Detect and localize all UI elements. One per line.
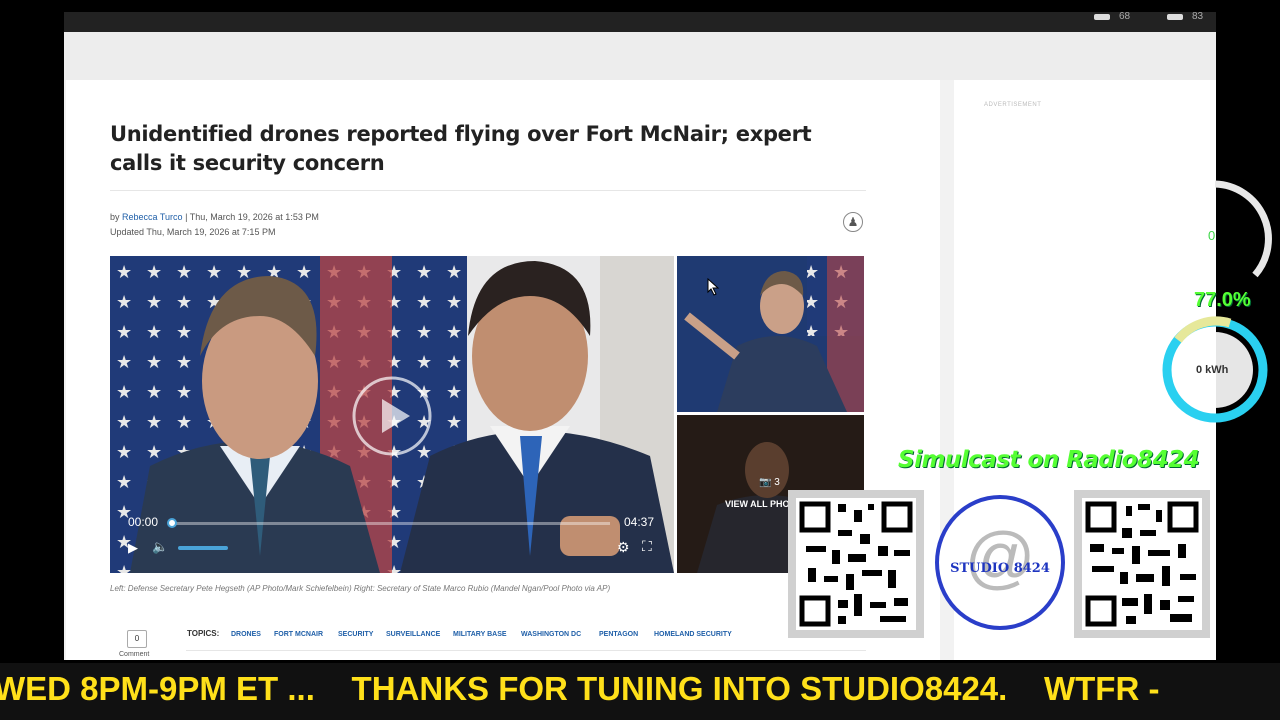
byline: by Rebecca Turco | Thu, March 19, 2026 a… xyxy=(110,212,319,222)
publish-date: | Thu, March 19, 2026 at 1:53 PM xyxy=(185,212,319,222)
topic-link[interactable]: DRONES xyxy=(231,631,261,638)
watermark: TimTruth.com xyxy=(1112,640,1188,655)
topic-link[interactable]: FORT MCNAIR xyxy=(274,631,323,638)
video-scrubber[interactable] xyxy=(167,518,177,528)
author-link[interactable]: Rebecca Turco xyxy=(122,212,183,222)
article-headline: Unidentified drones reported flying over… xyxy=(110,122,812,175)
qr-code-icon xyxy=(1074,490,1210,638)
volume-icon[interactable]: 🔈 xyxy=(152,539,168,555)
photo-count-value: 3 xyxy=(774,477,780,488)
topic-link[interactable]: SECURITY xyxy=(338,631,373,638)
settings-icon[interactable]: ⚙ xyxy=(617,539,630,556)
topic-link[interactable]: MILITARY BASE xyxy=(453,631,507,638)
browser-top-bar: 68 83 xyxy=(64,12,1216,32)
site-header xyxy=(64,32,1216,80)
notification-count: 68 xyxy=(1119,12,1131,22)
updated-label: Updated xyxy=(110,227,145,237)
mouse-cursor-icon xyxy=(707,278,720,296)
topic-link[interactable]: WASHINGTON DC xyxy=(521,631,581,638)
video-progress-bar[interactable] xyxy=(167,518,610,528)
article-photo: ★ xyxy=(110,256,674,573)
updated-date: Thu, March 19, 2026 at 7:15 PM xyxy=(146,227,276,237)
news-ticker: WED 8PM-9PM ET ... THANKS FOR TUNING INT… xyxy=(0,663,1280,720)
topic-link[interactable]: SURVEILLANCE xyxy=(386,631,440,638)
gauge-energy: 0 kWh xyxy=(1196,364,1229,376)
play-icon[interactable]: ▶ xyxy=(128,540,138,556)
volume-slider[interactable] xyxy=(178,546,228,550)
qr-code xyxy=(1074,490,1210,638)
advertisement-label: ADVERTISEMENT xyxy=(984,102,1042,108)
ticker-text: WED 8PM-9PM ET ... THANKS FOR TUNING INT… xyxy=(0,670,1169,707)
comment-label[interactable]: Comment xyxy=(119,651,149,658)
photo-caption: Left: Defense Secretary Pete Hegseth (AP… xyxy=(110,584,611,593)
gauge-value: 0 xyxy=(1208,228,1216,243)
watermark-suffix: .com xyxy=(1167,644,1189,654)
topic-link[interactable]: PENTAGON xyxy=(599,631,638,638)
divider xyxy=(186,650,866,651)
notification-icon[interactable] xyxy=(1167,14,1183,20)
simulcast-banner: Simulcast on Radio8424 xyxy=(898,447,1200,473)
topic-link[interactable]: HOMELAND SECURITY xyxy=(654,631,732,638)
studio-logo-text: STUDIO 8424 xyxy=(950,561,1050,576)
divider xyxy=(110,190,866,191)
video-duration: 04:37 xyxy=(624,515,655,529)
notification-count: 83 xyxy=(1192,12,1204,22)
watermark-text: TimTruth xyxy=(1112,640,1168,655)
qr-code-icon xyxy=(788,490,924,638)
fullscreen-icon[interactable]: ⛶ xyxy=(642,538,652,555)
topics-label: TOPICS: xyxy=(187,629,220,638)
video-current-time: 00:00 xyxy=(128,515,159,529)
qr-code xyxy=(788,490,924,638)
gauge-percent: 77.0% xyxy=(1194,289,1251,311)
studio-logo: @ STUDIO 8424 xyxy=(935,495,1065,630)
at-symbol: @ xyxy=(964,518,1036,596)
comment-count[interactable]: 0 xyxy=(127,630,147,648)
notification-icon[interactable] xyxy=(1094,14,1110,20)
updated-line: Updated Thu, March 19, 2026 at 7:15 PM xyxy=(110,227,275,237)
accessibility-icon[interactable]: ♟ xyxy=(843,212,863,232)
photo-count: 📷 3 xyxy=(759,477,780,488)
byline-prefix: by xyxy=(110,212,120,222)
video-player[interactable]: ★ xyxy=(110,256,674,573)
